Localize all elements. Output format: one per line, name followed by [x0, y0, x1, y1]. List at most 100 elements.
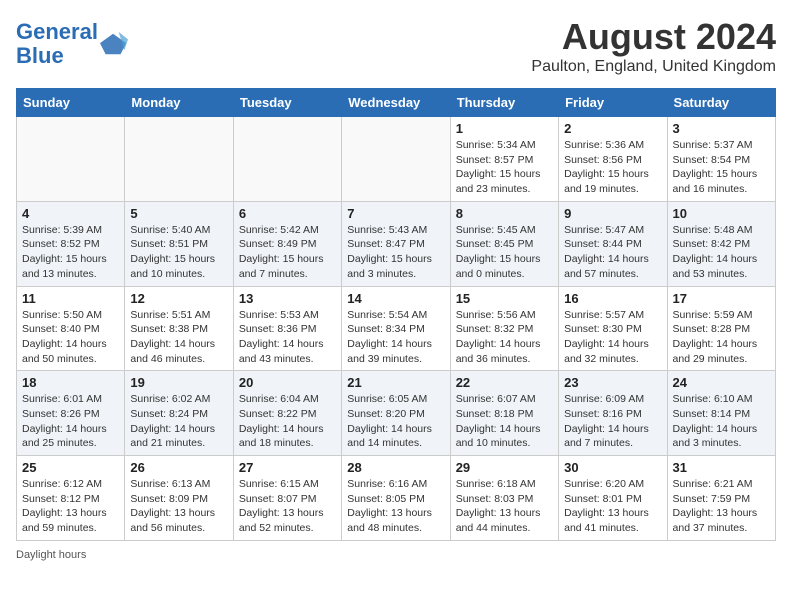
day-info: Sunrise: 5:40 AM Sunset: 8:51 PM Dayligh… [130, 223, 227, 282]
calendar-day-cell: 2Sunrise: 5:36 AM Sunset: 8:56 PM Daylig… [559, 117, 667, 202]
calendar-day-cell: 12 Sunrise: 5:51 AM Sunset: 8:38 PM Dayli… [125, 286, 233, 371]
logo: GeneralBlue [16, 20, 128, 68]
day-number: 19 [130, 375, 227, 390]
calendar-week-row: 25Sunrise: 6:12 AM Sunset: 8:12 PM Dayli… [17, 456, 776, 541]
day-info: Sunrise: 5:47 AM Sunset: 8:44 PM Dayligh… [564, 223, 661, 282]
calendar-day-cell: 3 Sunrise: 5:37 AM Sunset: 8:54 PM Daylig… [667, 117, 775, 202]
day-number: 30 [564, 460, 661, 475]
day-number: 28 [347, 460, 444, 475]
logo-text: GeneralBlue [16, 20, 98, 68]
day-number: 9 [564, 206, 661, 221]
calendar-week-row: 1Sunrise: 5:34 AM Sunset: 8:57 PM Daylig… [17, 117, 776, 202]
main-title: August 2024 [531, 16, 776, 58]
calendar-day-cell: 25Sunrise: 6:12 AM Sunset: 8:12 PM Dayli… [17, 456, 125, 541]
day-info: Sunrise: 6:07 AM Sunset: 8:18 PM Dayligh… [456, 392, 553, 451]
day-number: 27 [239, 460, 336, 475]
calendar-day-cell: 28 Sunrise: 6:16 AM Sunset: 8:05 PM Dayli… [342, 456, 450, 541]
day-number: 18 [22, 375, 119, 390]
calendar-header-friday: Friday [559, 89, 667, 117]
day-number: 7 [347, 206, 444, 221]
calendar-day-cell: 16Sunrise: 5:57 AM Sunset: 8:30 PM Dayli… [559, 286, 667, 371]
subtitle: Paulton, England, United Kingdom [531, 58, 776, 76]
day-number: 29 [456, 460, 553, 475]
footer-note: Daylight hours [16, 549, 86, 561]
calendar-header-tuesday: Tuesday [233, 89, 341, 117]
day-info: Sunrise: 6:15 AM Sunset: 8:07 PM Dayligh… [239, 477, 336, 536]
calendar-day-cell: 10 Sunrise: 5:48 AM Sunset: 8:42 PM Dayli… [667, 201, 775, 286]
calendar-day-cell: 9 Sunrise: 5:47 AM Sunset: 8:44 PM Daylig… [559, 201, 667, 286]
calendar-day-cell [17, 117, 125, 202]
day-number: 6 [239, 206, 336, 221]
day-number: 20 [239, 375, 336, 390]
day-number: 13 [239, 291, 336, 306]
day-number: 25 [22, 460, 119, 475]
day-info: Sunrise: 5:59 AM Sunset: 8:28 PM Dayligh… [673, 308, 770, 367]
calendar-day-cell [342, 117, 450, 202]
day-number: 23 [564, 375, 661, 390]
calendar-header-saturday: Saturday [667, 89, 775, 117]
calendar-day-cell: 19Sunrise: 6:02 AM Sunset: 8:24 PM Dayli… [125, 371, 233, 456]
calendar-day-cell: 4 Sunrise: 5:39 AM Sunset: 8:52 PM Daylig… [17, 201, 125, 286]
day-info: Sunrise: 5:42 AM Sunset: 8:49 PM Dayligh… [239, 223, 336, 282]
header: GeneralBlue August 2024 Paulton, England… [16, 16, 776, 76]
day-info: Sunrise: 5:50 AM Sunset: 8:40 PM Dayligh… [22, 308, 119, 367]
day-number: 14 [347, 291, 444, 306]
calendar-day-cell: 18Sunrise: 6:01 AM Sunset: 8:26 PM Dayli… [17, 371, 125, 456]
calendar-day-cell: 26 Sunrise: 6:13 AM Sunset: 8:09 PM Dayli… [125, 456, 233, 541]
day-info: Sunrise: 5:48 AM Sunset: 8:42 PM Dayligh… [673, 223, 770, 282]
day-info: Sunrise: 5:37 AM Sunset: 8:54 PM Dayligh… [673, 138, 770, 197]
day-number: 5 [130, 206, 227, 221]
day-number: 4 [22, 206, 119, 221]
day-info: Sunrise: 6:09 AM Sunset: 8:16 PM Dayligh… [564, 392, 661, 451]
day-info: Sunrise: 6:05 AM Sunset: 8:20 PM Dayligh… [347, 392, 444, 451]
calendar-header-thursday: Thursday [450, 89, 558, 117]
calendar-day-cell: 6 Sunrise: 5:42 AM Sunset: 8:49 PM Daylig… [233, 201, 341, 286]
day-info: Sunrise: 6:04 AM Sunset: 8:22 PM Dayligh… [239, 392, 336, 451]
day-info: Sunrise: 5:56 AM Sunset: 8:32 PM Dayligh… [456, 308, 553, 367]
calendar-day-cell: 30Sunrise: 6:20 AM Sunset: 8:01 PM Dayli… [559, 456, 667, 541]
day-number: 3 [673, 121, 770, 136]
calendar-day-cell: 23 Sunrise: 6:09 AM Sunset: 8:16 PM Dayli… [559, 371, 667, 456]
day-info: Sunrise: 5:51 AM Sunset: 8:38 PM Dayligh… [130, 308, 227, 367]
calendar-day-cell [233, 117, 341, 202]
day-info: Sunrise: 5:53 AM Sunset: 8:36 PM Dayligh… [239, 308, 336, 367]
calendar-week-row: 11 Sunrise: 5:50 AM Sunset: 8:40 PM Dayli… [17, 286, 776, 371]
day-number: 24 [673, 375, 770, 390]
day-info: Sunrise: 5:57 AM Sunset: 8:30 PM Dayligh… [564, 308, 661, 367]
day-number: 10 [673, 206, 770, 221]
day-number: 15 [456, 291, 553, 306]
calendar-day-cell [125, 117, 233, 202]
day-number: 8 [456, 206, 553, 221]
day-number: 17 [673, 291, 770, 306]
calendar-day-cell: 1Sunrise: 5:34 AM Sunset: 8:57 PM Daylig… [450, 117, 558, 202]
footer: Daylight hours [16, 549, 776, 561]
calendar-day-cell: 22Sunrise: 6:07 AM Sunset: 8:18 PM Dayli… [450, 371, 558, 456]
day-info: Sunrise: 5:39 AM Sunset: 8:52 PM Dayligh… [22, 223, 119, 282]
calendar-day-cell: 17 Sunrise: 5:59 AM Sunset: 8:28 PM Dayli… [667, 286, 775, 371]
day-number: 2 [564, 121, 661, 136]
day-info: Sunrise: 6:18 AM Sunset: 8:03 PM Dayligh… [456, 477, 553, 536]
calendar-table: SundayMondayTuesdayWednesdayThursdayFrid… [16, 88, 776, 541]
day-info: Sunrise: 6:16 AM Sunset: 8:05 PM Dayligh… [347, 477, 444, 536]
calendar-header-row: SundayMondayTuesdayWednesdayThursdayFrid… [17, 89, 776, 117]
calendar-header-wednesday: Wednesday [342, 89, 450, 117]
day-number: 12 [130, 291, 227, 306]
calendar-header-monday: Monday [125, 89, 233, 117]
calendar-day-cell: 24Sunrise: 6:10 AM Sunset: 8:14 PM Dayli… [667, 371, 775, 456]
day-number: 11 [22, 291, 119, 306]
title-area: August 2024 Paulton, England, United Kin… [531, 16, 776, 76]
day-info: Sunrise: 5:54 AM Sunset: 8:34 PM Dayligh… [347, 308, 444, 367]
calendar-week-row: 18Sunrise: 6:01 AM Sunset: 8:26 PM Dayli… [17, 371, 776, 456]
day-info: Sunrise: 6:13 AM Sunset: 8:09 PM Dayligh… [130, 477, 227, 536]
day-number: 26 [130, 460, 227, 475]
calendar-day-cell: 11 Sunrise: 5:50 AM Sunset: 8:40 PM Dayli… [17, 286, 125, 371]
day-info: Sunrise: 5:45 AM Sunset: 8:45 PM Dayligh… [456, 223, 553, 282]
calendar-day-cell: 27 Sunrise: 6:15 AM Sunset: 8:07 PM Dayli… [233, 456, 341, 541]
day-info: Sunrise: 6:21 AM Sunset: 7:59 PM Dayligh… [673, 477, 770, 536]
calendar-day-cell: 8 Sunrise: 5:45 AM Sunset: 8:45 PM Daylig… [450, 201, 558, 286]
calendar-day-cell: 14 Sunrise: 5:54 AM Sunset: 8:34 PM Dayli… [342, 286, 450, 371]
calendar-week-row: 4 Sunrise: 5:39 AM Sunset: 8:52 PM Daylig… [17, 201, 776, 286]
logo-icon [100, 30, 128, 58]
calendar-day-cell: 15 Sunrise: 5:56 AM Sunset: 8:32 PM Dayli… [450, 286, 558, 371]
calendar-day-cell: 7Sunrise: 5:43 AM Sunset: 8:47 PM Daylig… [342, 201, 450, 286]
